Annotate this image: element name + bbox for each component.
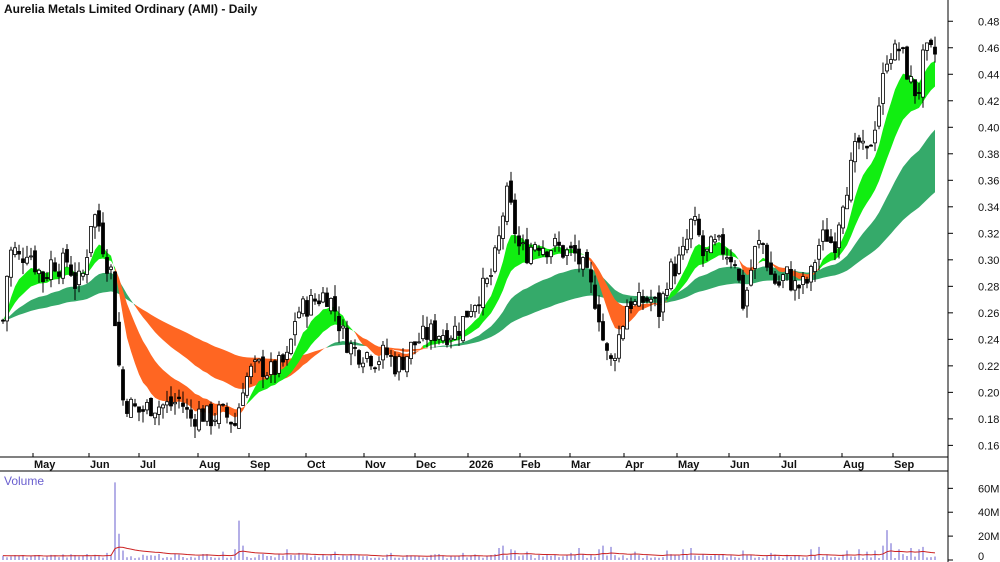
time-tick-label: 2026 [469, 459, 493, 471]
time-tick-label: Oct [307, 459, 326, 471]
price-tick-label: 0.24 [978, 334, 999, 346]
price-tick-label: 0.22 [978, 361, 999, 373]
price-tick-label: 0.48 [978, 16, 999, 28]
candle [561, 244, 565, 259]
chart-title: Aurelia Metals Limited Ordinary (AMI) - … [4, 2, 258, 16]
candle [289, 338, 293, 356]
volume-tick-label: 0 [978, 551, 984, 562]
candle [709, 235, 713, 254]
time-tick-label: Apr [625, 459, 645, 471]
candle [113, 270, 117, 327]
price-tick-label: 0.18 [978, 414, 999, 426]
price-tick-label: 0.36 [978, 175, 999, 187]
time-tick-label: Aug [199, 459, 220, 471]
volume-tick-label: 20M [978, 531, 999, 543]
candle [461, 316, 465, 343]
time-tick-label: Mar [571, 459, 591, 471]
price-tick-label: 0.42 [978, 96, 999, 108]
volume-tick-label: 40M [978, 507, 999, 519]
time-tick-label: Dec [416, 459, 436, 471]
candle [149, 397, 153, 417]
time-tick-label: Feb [521, 459, 541, 471]
price-tick-label: 0.38 [978, 149, 999, 161]
volume-panel-label: Volume [4, 474, 44, 488]
time-tick-label: Aug [843, 459, 864, 471]
price-tick-label: 0.26 [978, 308, 999, 320]
price-tick-label: 0.44 [978, 69, 999, 81]
candle [505, 182, 509, 226]
candle [585, 249, 589, 269]
price-tick-label: 0.16 [978, 440, 999, 452]
time-tick-label: May [678, 459, 700, 471]
candle [765, 242, 769, 272]
candle [121, 366, 125, 406]
time-tick-label: Jun [730, 459, 750, 471]
price-tick-label: 0.32 [978, 228, 999, 240]
candle [245, 372, 249, 399]
price-tick-label: 0.20 [978, 387, 999, 399]
time-tick-label: Sep [250, 459, 270, 471]
candle [621, 325, 625, 341]
price-tick-label: 0.28 [978, 281, 999, 293]
time-tick-label: Nov [365, 459, 387, 471]
price-tick-label: 0.34 [978, 202, 999, 214]
candle [129, 397, 133, 418]
time-tick-label: Jul [140, 459, 156, 471]
candle [493, 245, 497, 274]
time-tick-label: May [34, 459, 56, 471]
volume-tick-label: 60M [978, 483, 999, 495]
time-tick-label: Jul [781, 459, 797, 471]
candle [89, 226, 93, 257]
candle [301, 295, 305, 317]
price-tick-label: 0.30 [978, 255, 999, 267]
price-tick-label: 0.40 [978, 122, 999, 134]
candle [905, 45, 909, 80]
stock-chart: 0.16 0.18 0.20 0.22 0.24 0.26 0.28 0.30 0.32 0.34… [0, 0, 1000, 562]
price-tick-label: 0.46 [978, 43, 999, 55]
candle [741, 270, 745, 311]
time-tick-label: Sep [894, 459, 914, 471]
candle [277, 351, 281, 378]
candle [669, 258, 673, 291]
time-tick-label: Jun [90, 459, 110, 471]
candle [465, 310, 469, 318]
